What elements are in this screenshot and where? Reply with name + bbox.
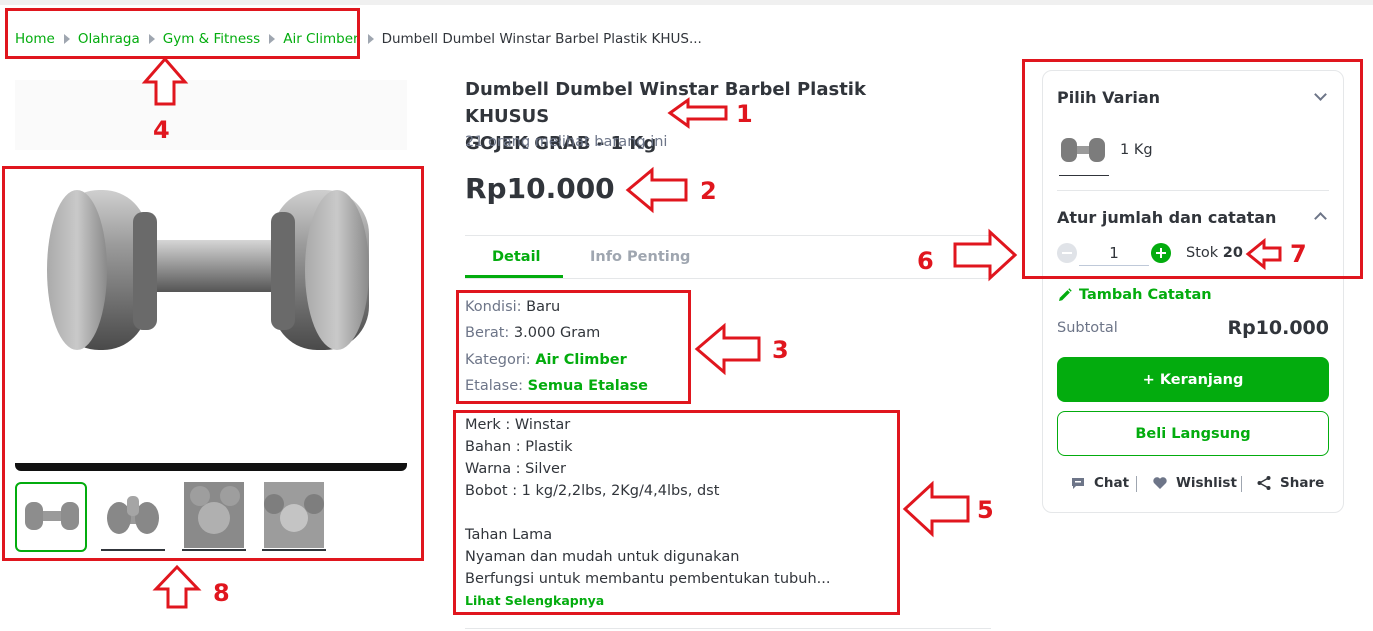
annotation-number-1: 1 xyxy=(736,100,753,128)
arrow-8-icon xyxy=(152,564,202,609)
annotation-number-6: 6 xyxy=(917,247,934,275)
annotation-number-5: 5 xyxy=(977,496,994,524)
arrow-2-icon xyxy=(625,166,688,214)
annotation-number-2: 2 xyxy=(700,177,717,205)
annotation-number-7: 7 xyxy=(1290,240,1307,268)
arrow-7-icon xyxy=(1245,237,1282,271)
arrow-1-icon xyxy=(667,97,728,129)
arrow-4-icon xyxy=(141,56,189,106)
arrow-3-icon xyxy=(694,322,761,376)
annotation-arrows xyxy=(141,56,1282,609)
annotation-number-8: 8 xyxy=(213,579,230,607)
annotation-number-4: 4 xyxy=(153,116,170,144)
arrow-6-icon xyxy=(953,228,1018,282)
annotation-number-3: 3 xyxy=(772,336,789,364)
arrow-5-icon xyxy=(902,480,970,538)
